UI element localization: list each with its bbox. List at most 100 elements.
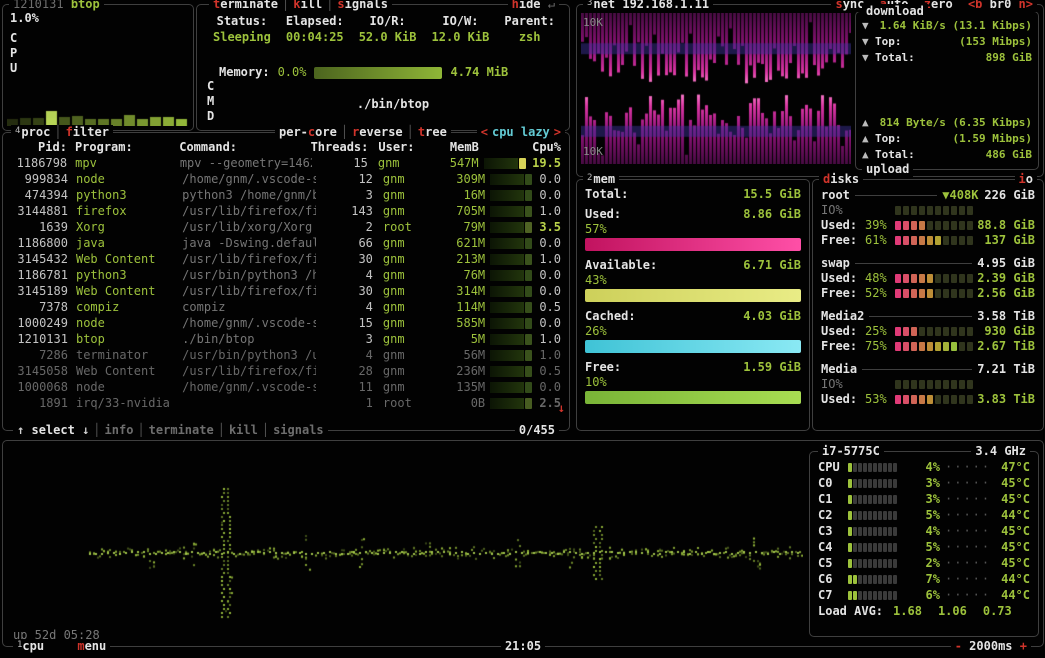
kill-footer-button[interactable]: kill (229, 423, 258, 437)
process-row[interactable]: 1186800javajava -Dswing.defaul66gnm621M0… (5, 235, 567, 251)
process-details-box: terminate│kill│signals hide ↵ Status:Sle… (196, 4, 570, 131)
net-up-icon: ▲ (862, 131, 875, 146)
cpu-model: i7-5775C (818, 444, 884, 459)
process-row[interactable]: 1891irq/33-nvidia1root0B2.5 (5, 395, 567, 411)
process-row[interactable]: 1210131btop./bin/btop3gnm5M1.0 (5, 331, 567, 347)
io-mode-toggle[interactable]: io (1015, 172, 1037, 187)
net-down-icon: ▼ (862, 34, 875, 49)
core-meter (848, 479, 910, 488)
detail-field: IO/R:52.0 KiB (359, 14, 417, 45)
disk-usage-row: Used:48%2.39 GiB (821, 271, 1035, 286)
download-scale-label: 10K (583, 15, 603, 30)
net-stat: ▲814 Byte/s (6.35 Kibps) (862, 114, 1032, 130)
disk-meter (895, 221, 977, 230)
detail-field: IO/W:12.0 KiB (432, 14, 490, 45)
terminate-footer-button[interactable]: terminate (149, 423, 214, 437)
cpu-frequency: 3.4 GHz (971, 444, 1030, 459)
net-stat: ▼Top:(153 Mibps) (862, 33, 1032, 49)
disk-io-row: IO% (821, 377, 1035, 392)
mem-stat: Free:1.59 GiB10% (585, 360, 801, 404)
cpu-core-rows: CPU4%·······47°CC03%·······45°CC13%·····… (810, 452, 1038, 619)
net-stat: ▼Total:898 GiB (862, 49, 1032, 65)
process-row[interactable]: 3145432Web Content/usr/lib/firefox/fi30g… (5, 251, 567, 267)
proc-selection-count: 0/455 (515, 423, 559, 438)
proc-table-header: Pid: Program: Command: Threads: User: Me… (5, 139, 567, 155)
core-name: C5 (818, 556, 848, 571)
process-cpu-mini-graph (485, 302, 539, 313)
disks-box: disks io root▼408K226 GiBIO%Used:39%88.8… (812, 179, 1044, 431)
proc-box-title: 4proc│filter (11, 125, 113, 140)
process-cpu-mini-graph (485, 382, 539, 393)
process-row[interactable]: 1186781python3/usr/bin/python3 /h4gnm76M… (5, 267, 567, 283)
interface-switch-button[interactable]: <b br0 n> (968, 0, 1033, 11)
disk-name: Media (821, 362, 857, 377)
reverse-toggle[interactable]: reverse (352, 125, 403, 139)
net-stats-panel: download ▼1.64 KiB/s (13.1 Kibps)▼Top:(1… (855, 11, 1039, 170)
process-row[interactable]: 1639Xorg/usr/lib/xorg/Xorg2root79M3.5 (5, 219, 567, 235)
core-temp: 44°C (990, 572, 1030, 587)
net-up-icon: ▲ (862, 147, 875, 162)
interval-increase[interactable]: + (1020, 639, 1027, 653)
core-meter (848, 543, 910, 552)
process-row[interactable]: 1186798mpvmpv --geometry=146215gnm547M19… (5, 155, 567, 171)
core-temp: 45°C (990, 540, 1030, 555)
proc-footer: ↑ select ↓│info│terminate│kill│signals (13, 423, 328, 438)
process-row[interactable]: 474394python3python3 /home/gnm/b3gnm16M0… (5, 187, 567, 203)
process-cpu-mini-graph (485, 206, 539, 217)
mem-usage-bar (585, 238, 801, 251)
terminate-button[interactable]: terminate (213, 0, 278, 11)
load-avg-row: Load AVG:1.681.060.73 (818, 603, 1030, 619)
load-avg-value: 1.68 (893, 604, 922, 619)
process-row[interactable]: 7378compizcompiz4gnm114M0.5 (5, 299, 567, 315)
info-button[interactable]: info (105, 423, 134, 437)
sync-button[interactable]: sync (835, 0, 864, 11)
process-memory-row: Memory: 0.0% 4.74 MiB (219, 65, 508, 80)
cpu-axis-label: C P U (10, 31, 17, 76)
sort-selector[interactable]: <cpu lazy> (477, 125, 565, 140)
per-core-toggle[interactable]: per-core (279, 125, 337, 139)
signals-button[interactable]: signals (337, 0, 388, 11)
tree-toggle[interactable]: tree (418, 125, 447, 139)
process-row[interactable]: 7286terminator/usr/bin/python3 /u4gnm56M… (5, 347, 567, 363)
hide-button[interactable]: hide ↵ (508, 0, 559, 12)
net-up-icon: ▲ (862, 115, 875, 130)
filter-button[interactable]: filter (66, 125, 109, 139)
core-temp: 47°C (990, 460, 1030, 475)
process-row[interactable]: 3144881firefox/usr/lib/firefox/fi143gnm7… (5, 203, 567, 219)
process-cpu-mini-graph (485, 222, 539, 233)
scroll-down-icon[interactable]: ↓ (558, 401, 565, 416)
core-meter (848, 495, 910, 504)
menu-button[interactable]: menu (77, 639, 106, 653)
process-row[interactable]: 1000068node/home/gnm/.vscode-s11gnm135M0… (5, 379, 567, 395)
btop-process-box: 1210131 btop 1.0% C P U (2, 4, 194, 131)
zero-button[interactable]: zero (924, 0, 953, 11)
interval-decrease[interactable]: - (955, 639, 962, 653)
core-usage: 4% (910, 460, 940, 475)
sort-next-icon[interactable]: > (554, 125, 561, 139)
core-meter (848, 575, 910, 584)
core-name: C4 (818, 540, 848, 555)
mem-stats: Used:8.86 GiB57%Available:6.71 GiB43%Cac… (585, 207, 801, 404)
signals-footer-button[interactable]: signals (273, 423, 324, 437)
tab-cpu[interactable]: 1cpu (17, 639, 44, 653)
process-row[interactable]: 3145189Web Content/usr/lib/firefox/fi30g… (5, 283, 567, 299)
upload-scale-label: 10K (583, 144, 603, 159)
memory-value: 4.74 MiB (450, 65, 508, 80)
disk-meter (895, 395, 977, 404)
net-upload-stats: ▲814 Byte/s (6.35 Kibps)▲Top:(1.59 Mibps… (856, 114, 1038, 162)
details-actions: terminate│kill│signals (209, 0, 392, 12)
core-usage: 6% (910, 588, 940, 603)
core-name: C0 (818, 476, 848, 491)
net-stat: ▲Top:(1.59 Mibps) (862, 130, 1032, 146)
process-row[interactable]: 3145058Web Content/usr/lib/firefox/fi28g… (5, 363, 567, 379)
proc-table-body: 1186798mpvmpv --geometry=146215gnm547M19… (5, 155, 567, 422)
kill-button[interactable]: kill (293, 0, 322, 11)
process-row[interactable]: 1000249node/home/gnm/.vscode-s15gnm585M0… (5, 315, 567, 331)
process-row[interactable]: 999834node/home/gnm/.vscode-s12gnm309M0.… (5, 171, 567, 187)
process-pid: 1210131 (13, 0, 64, 11)
disk-section: root▼408K226 GiBIO%Used:39%88.8 GiBFree:… (821, 188, 1035, 248)
core-usage: 3% (910, 476, 940, 491)
sort-prev-icon[interactable]: < (481, 125, 488, 139)
interval-value: 2000ms (969, 639, 1012, 653)
select-button[interactable]: select (31, 423, 74, 437)
